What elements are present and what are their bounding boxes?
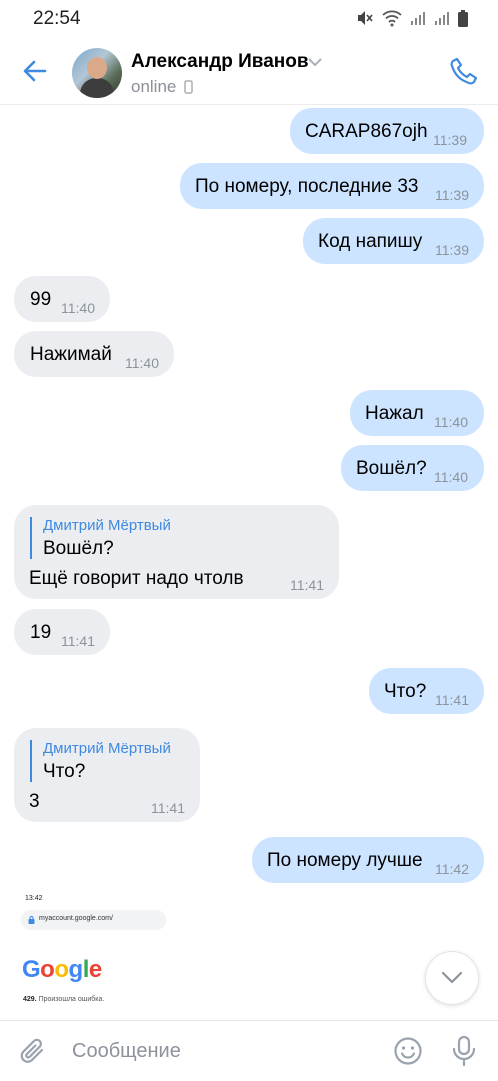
mobile-icon (184, 80, 193, 94)
reply-author: Дмитрий Мёртвый (43, 740, 171, 757)
message-input[interactable] (70, 1033, 374, 1069)
message-text: Вошёл? (356, 458, 427, 479)
mute-icon (358, 11, 373, 25)
message-text: 3 (29, 791, 40, 812)
message-time: 11:40 (434, 469, 468, 485)
reply-quote-text: Вошёл? (43, 538, 114, 559)
phone-icon[interactable] (448, 55, 480, 87)
message-bubble[interactable]: Вошёл? 11:40 (341, 445, 484, 491)
message-bubble[interactable]: CARAP867ojh 11:39 (290, 108, 484, 154)
message-bubble[interactable]: 19 11:41 (14, 609, 110, 655)
reply-message-bubble[interactable]: Дмитрий Мёртвый Что? 3 11:41 (14, 728, 200, 822)
chat-area[interactable]: CARAP867ojh 11:39 По номеру, последние 3… (0, 105, 498, 1020)
image-attachment[interactable]: 13:42 myaccount.google.com/ Google 429. … (14, 888, 204, 1018)
message-text: Нажал (365, 403, 424, 424)
message-text: По номеру лучше (267, 850, 423, 871)
status-icons (356, 9, 468, 27)
message-time: 11:39 (435, 242, 469, 258)
message-bubble[interactable]: По номеру лучше 11:42 (252, 837, 484, 883)
smile-icon[interactable] (393, 1036, 423, 1066)
status-bar: 22:54 (0, 0, 498, 38)
message-text: Нажимай (30, 344, 112, 365)
message-time: 11:42 (435, 861, 469, 877)
back-arrow-icon[interactable] (20, 56, 50, 86)
message-composer (0, 1020, 498, 1081)
message-text: CARAP867ojh (305, 121, 428, 142)
message-time: 11:39 (435, 187, 469, 203)
paperclip-icon[interactable] (20, 1037, 48, 1067)
message-time: 11:40 (125, 355, 159, 371)
message-time: 11:41 (61, 633, 95, 649)
message-text: Код напишу (318, 231, 423, 252)
message-bubble[interactable]: Код напишу 11:39 (303, 218, 484, 264)
message-bubble[interactable]: По номеру, последние 33 11:39 (180, 163, 484, 209)
reply-author: Дмитрий Мёртвый (43, 517, 171, 534)
google-logo: Google (22, 956, 102, 983)
message-time: 11:41 (151, 800, 185, 816)
message-bubble[interactable]: 99 11:40 (14, 276, 110, 322)
attachment-status-time: 13:42 (25, 895, 43, 902)
message-bubble[interactable]: Нажал 11:40 (350, 390, 484, 436)
message-text: 99 (30, 289, 52, 310)
signal-icon-2 (435, 12, 449, 25)
wifi-icon (382, 10, 402, 27)
message-text: 19 (30, 622, 52, 643)
message-time: 11:41 (435, 692, 469, 708)
attachment-address-bar: myaccount.google.com/ (21, 910, 166, 930)
reply-quote-bar (30, 517, 32, 559)
avatar[interactable] (72, 48, 122, 98)
reply-quote-text: Что? (43, 761, 86, 782)
message-bubble[interactable]: Что? 11:41 (369, 668, 484, 714)
status-time: 22:54 (33, 8, 81, 29)
microphone-icon[interactable] (451, 1035, 477, 1067)
reply-quote-bar (30, 740, 32, 782)
message-text: Что? (384, 681, 427, 702)
contact-name[interactable]: Александр Иванов (131, 51, 309, 73)
avatar-body (80, 78, 114, 98)
avatar-face (87, 57, 107, 79)
message-text: По номеру, последние 33 (195, 176, 419, 197)
attachment-error-text: Произошла ошибка. (38, 996, 105, 1003)
chat-header: Александр Иванов online (0, 38, 498, 105)
contact-status: online (131, 77, 177, 96)
message-time: 11:41 (290, 577, 324, 593)
chevron-down-icon[interactable] (308, 58, 322, 67)
attachment-url: myaccount.google.com/ (39, 915, 113, 922)
message-time: 11:39 (433, 132, 467, 148)
signal-icon (411, 12, 425, 25)
message-text: Ещё говорит надо чтолв (29, 568, 244, 589)
message-time: 11:40 (434, 414, 468, 430)
message-time: 11:40 (61, 300, 95, 316)
lock-icon (28, 916, 35, 924)
attachment-error-code: 429. (23, 996, 37, 1003)
message-bubble[interactable]: Нажимай 11:40 (14, 331, 174, 377)
chevron-down-circle-icon (441, 971, 463, 984)
reply-message-bubble[interactable]: Дмитрий Мёртвый Вошёл? Ещё говорит надо … (14, 505, 339, 599)
battery-icon (458, 9, 468, 27)
scroll-to-bottom-button[interactable] (425, 951, 479, 1005)
attachment-error: 429. Произошла ошибка. (23, 996, 104, 1003)
